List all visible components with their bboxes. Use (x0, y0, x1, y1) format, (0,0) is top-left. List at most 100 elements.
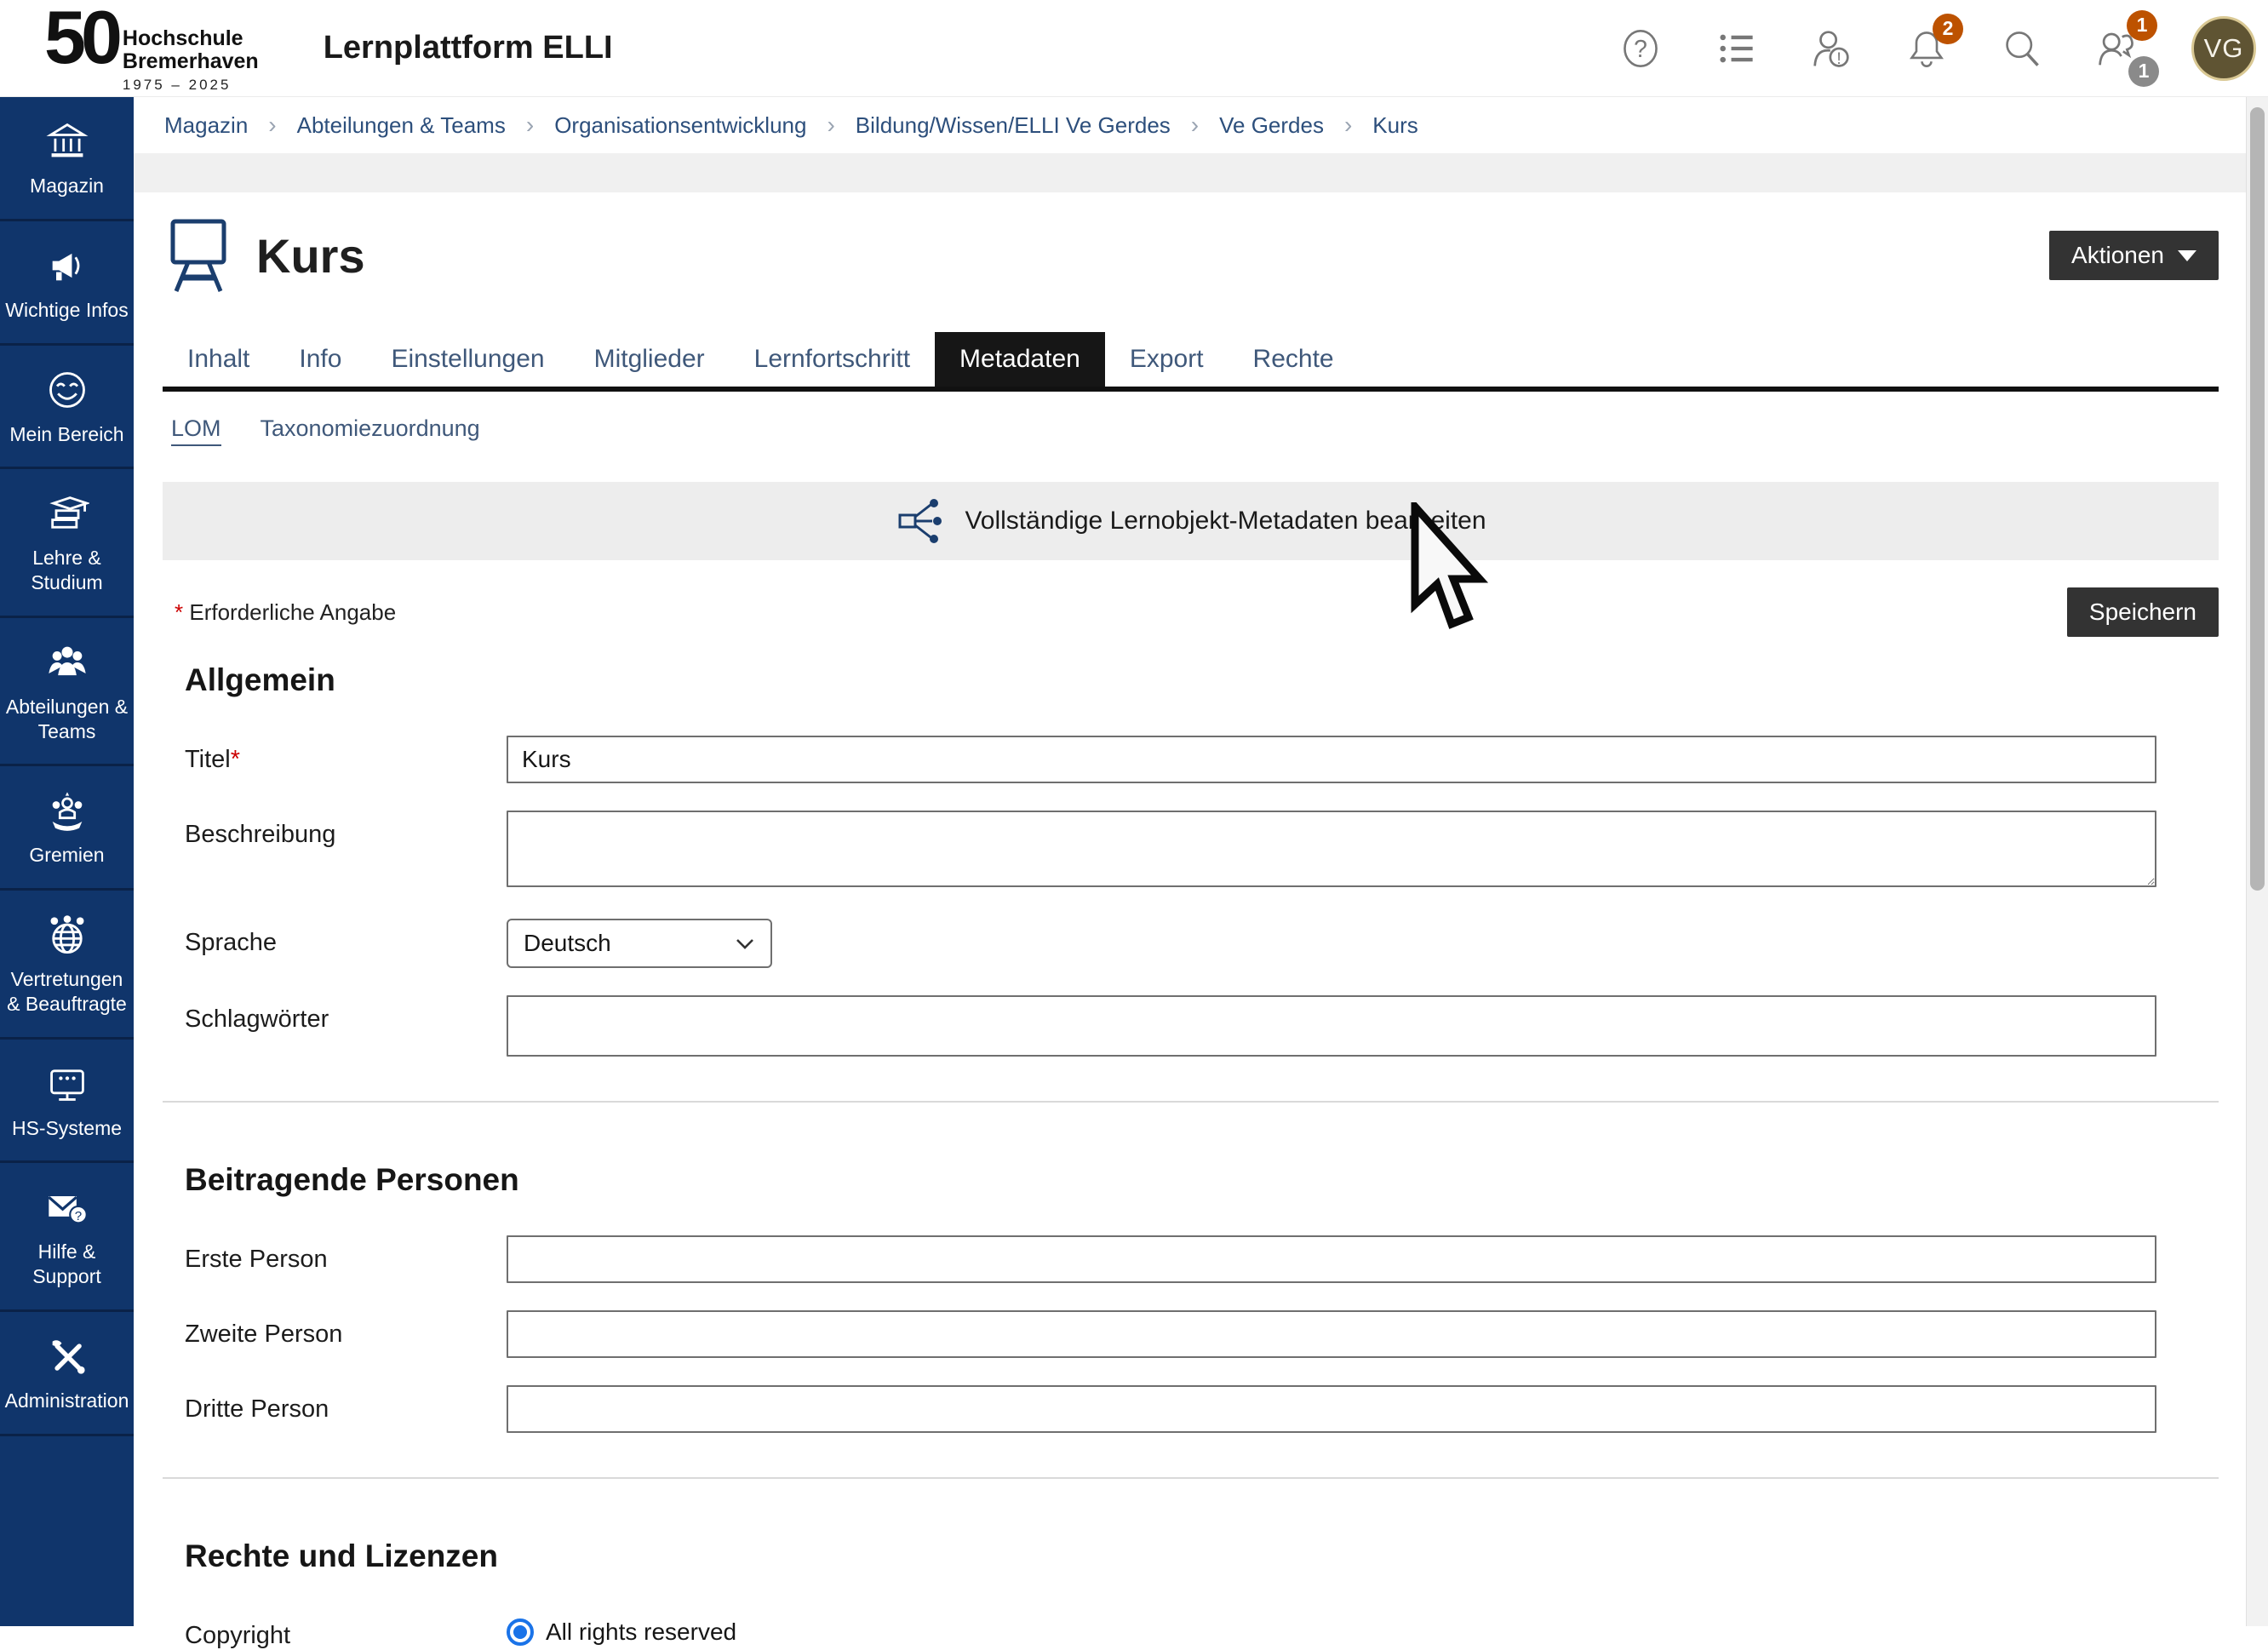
breadcrumb-separator: › (1344, 112, 1352, 139)
tab-mitglieder[interactable]: Mitglieder (570, 332, 730, 387)
search-icon[interactable] (2001, 27, 2043, 70)
breadcrumb-item-abteilungen[interactable]: Abteilungen & Teams (297, 112, 506, 139)
section-divider (163, 1477, 2219, 1479)
logo-name-line1: Hochschule (123, 27, 259, 50)
breadcrumb-item-ve-gerdes[interactable]: Ve Gerdes (1219, 112, 1324, 139)
tab-info[interactable]: Info (274, 332, 366, 387)
vertical-scrollbar[interactable] (2246, 97, 2268, 1626)
tab-inhalt[interactable]: Inhalt (163, 332, 274, 387)
tab-bar: Inhalt Info Einstellungen Mitglieder Ler… (163, 332, 2219, 387)
section-title-allgemein: Allgemein (185, 662, 2219, 698)
form-row-copyright: Copyright All rights reserved (163, 1612, 2219, 1650)
sidebar-item-magazin[interactable]: Magazin (0, 97, 134, 221)
contacts-icon[interactable]: 1 1 (2096, 27, 2139, 70)
form-row-titel: Titel* (163, 736, 2219, 783)
required-asterisk: * (175, 599, 183, 625)
titel-required-asterisk: * (231, 746, 240, 773)
schlagwoerter-label: Schlagwörter (163, 995, 507, 1057)
dritte-person-input[interactable] (507, 1385, 2156, 1433)
tab-einstellungen[interactable]: Einstellungen (366, 332, 569, 387)
copyright-radio-label: All rights reserved (546, 1618, 736, 1646)
breadcrumb-item-organisationsentwicklung[interactable]: Organisationsentwicklung (554, 112, 806, 139)
edit-full-metadata-label: Vollständige Lernobjekt-Metadaten bearbe… (965, 507, 1486, 536)
erste-person-input[interactable] (507, 1235, 2156, 1283)
save-button[interactable]: Speichern (2067, 587, 2219, 637)
titel-input[interactable] (507, 736, 2156, 783)
sidebar-item-hilfe-support[interactable]: ? Hilfe & Support (0, 1163, 134, 1312)
sidebar-item-lehre-studium[interactable]: Lehre & Studium (0, 469, 134, 618)
contacts-badge-primary: 1 (2127, 10, 2157, 41)
avatar[interactable]: VG (2191, 16, 2256, 81)
sidebar-item-wichtige-infos[interactable]: Wichtige Infos (0, 221, 134, 346)
breadcrumb: Magazin › Abteilungen & Teams › Organisa… (134, 97, 2246, 153)
subtab-lom[interactable]: LOM (171, 415, 221, 446)
list-icon[interactable] (1715, 27, 1757, 70)
form-row-erste-person: Erste Person (163, 1235, 2219, 1283)
form-row-beschreibung: Beschreibung (163, 811, 2219, 891)
sidebar-item-administration[interactable]: Administration (0, 1312, 134, 1436)
books-icon (45, 491, 89, 536)
beschreibung-textarea[interactable] (507, 811, 2156, 887)
top-header: 50 Hochschule Bremerhaven 1975 – 2025 Le… (0, 0, 2268, 97)
breadcrumb-item-magazin[interactable]: Magazin (164, 112, 248, 139)
sidebar-item-abteilungen-teams[interactable]: Abteilungen & Teams (0, 618, 134, 767)
breadcrumb-separator: › (1191, 112, 1199, 139)
breadcrumb-separator: › (268, 112, 276, 139)
app-title: Lernplattform ELLI (324, 30, 613, 66)
tab-metadaten[interactable]: Metadaten (935, 332, 1105, 387)
bank-icon (45, 119, 89, 163)
sidebar-filler (0, 1436, 134, 1627)
main-content-area: Magazin › Abteilungen & Teams › Organisa… (134, 97, 2246, 1626)
bell-icon[interactable]: 2 (1905, 27, 1948, 70)
form-row-schlagwoerter: Schlagwörter (163, 995, 2219, 1057)
zweite-person-input[interactable] (507, 1310, 2156, 1358)
logo-anniversary-number: 50 (44, 3, 117, 71)
subtab-bar: LOM Taxonomiezuordnung (163, 415, 2219, 446)
breadcrumb-item-kurs[interactable]: Kurs (1372, 112, 1418, 139)
breadcrumb-separator: › (827, 112, 834, 139)
mail-question-icon: ? (45, 1185, 89, 1229)
university-logo: 50 Hochschule Bremerhaven 1975 – 2025 (44, 3, 259, 94)
sidebar-item-hs-systeme[interactable]: HS-Systeme (0, 1040, 134, 1164)
course-board-icon (163, 215, 234, 296)
section-divider (163, 1101, 2219, 1103)
actions-button[interactable]: Aktionen (2049, 231, 2219, 280)
beschreibung-label: Beschreibung (163, 811, 507, 891)
user-alert-icon[interactable]: ! (1810, 27, 1853, 70)
topbar-icon-group: ? ! 2 (1619, 16, 2256, 81)
people-group-icon (45, 640, 89, 685)
dritte-person-label: Dritte Person (163, 1385, 507, 1433)
tab-rechte[interactable]: Rechte (1228, 332, 1359, 387)
schlagwoerter-input[interactable] (507, 995, 2156, 1057)
page-content: Kurs Aktionen Inhalt Info Einstellungen … (134, 215, 2246, 1650)
page-title: Kurs (256, 228, 365, 284)
help-icon[interactable]: ? (1619, 27, 1662, 70)
globe-people-icon (45, 913, 89, 957)
sidebar-item-gremien[interactable]: Gremien (0, 766, 134, 891)
committee-icon (45, 788, 89, 833)
breadcrumb-item-bildung-wissen[interactable]: Bildung/Wissen/ELLI Ve Gerdes (856, 112, 1171, 139)
scrollbar-thumb[interactable] (2250, 107, 2265, 891)
tools-icon (45, 1334, 89, 1378)
titel-label: Titel* (163, 736, 507, 783)
edit-full-metadata-banner[interactable]: Vollständige Lernobjekt-Metadaten bearbe… (163, 482, 2219, 560)
sidebar-item-mein-bereich[interactable]: Mein Bereich (0, 346, 134, 470)
chevron-down-icon (2178, 250, 2196, 261)
sprache-label: Sprache (163, 919, 507, 968)
notifications-badge: 2 (1933, 14, 1963, 44)
sprache-selected-value: Deutsch (524, 930, 611, 957)
copyright-radio[interactable] (507, 1618, 534, 1646)
section-title-beitragende: Beitragende Personen (185, 1162, 2219, 1198)
sprache-select[interactable]: Deutsch (507, 919, 772, 968)
svg-text:?: ? (1634, 35, 1647, 62)
main-sidebar: Magazin Wichtige Infos Mein Bereich Lehr… (0, 97, 134, 1626)
tab-lernfortschritt[interactable]: Lernfortschritt (730, 332, 935, 387)
tab-export[interactable]: Export (1105, 332, 1228, 387)
logo-years: 1975 – 2025 (123, 77, 259, 94)
erste-person-label: Erste Person (163, 1235, 507, 1283)
sidebar-item-vertretungen[interactable]: Vertretungen & Beauftragte (0, 891, 134, 1040)
subtab-taxonomiezuordnung[interactable]: Taxonomiezuordnung (261, 415, 480, 446)
copyright-radio-dot (513, 1625, 527, 1639)
svg-text:?: ? (74, 1209, 81, 1223)
form-row-zweite-person: Zweite Person (163, 1310, 2219, 1358)
